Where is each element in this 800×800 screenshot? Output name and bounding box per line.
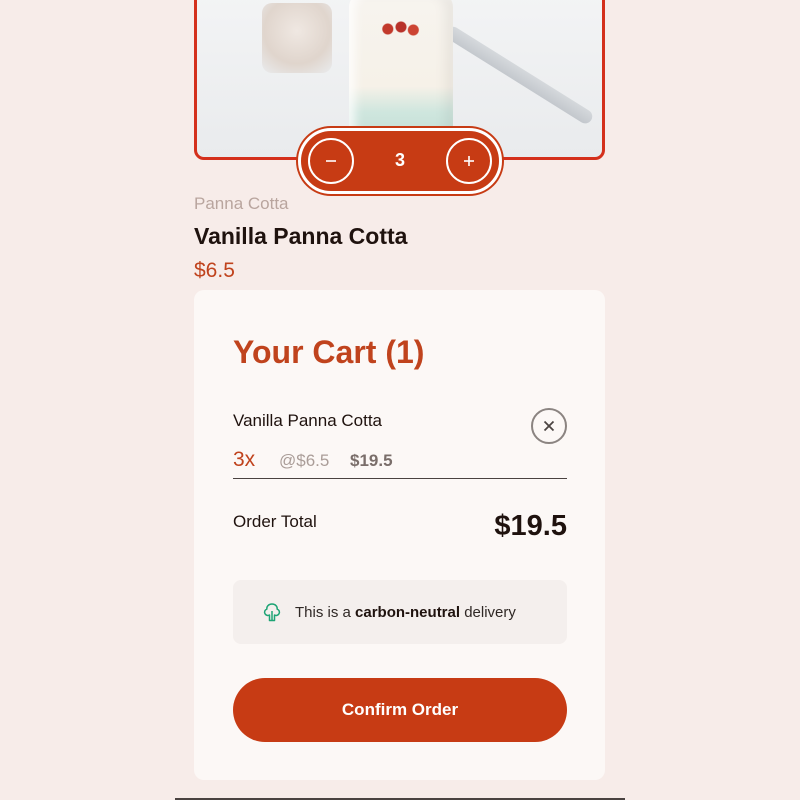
image-background-dessert: [262, 3, 332, 73]
cart-title: Your Cart (1): [233, 334, 425, 370]
product-price: $6.5: [194, 259, 235, 282]
carbon-neutral-notice: This is a carbon-neutral delivery: [233, 580, 567, 644]
carbon-notice-suffix: delivery: [460, 603, 516, 621]
cart-item-quantity: 3x: [233, 448, 256, 471]
page: 3 Panna Cotta Vanilla Panna Cotta $6.5 Y…: [0, 0, 800, 800]
cart-panel: Your Cart (1) Vanilla Panna Cotta 3x @$6…: [194, 290, 605, 780]
tree-icon: [263, 603, 281, 622]
cart-item-name: Vanilla Panna Cotta: [233, 411, 383, 430]
plus-icon: [464, 156, 474, 166]
cart-item-subtotal: $19.5: [350, 451, 393, 470]
carbon-notice-prefix: This is a: [295, 603, 356, 621]
increment-button[interactable]: [446, 138, 492, 184]
image-berries: [379, 19, 423, 39]
image-spoon: [443, 24, 595, 127]
order-total-value: $19.5: [494, 510, 567, 542]
carbon-notice-text: This is a carbon-neutral delivery: [295, 604, 516, 621]
close-circle-icon: [543, 420, 555, 432]
confirm-order-button[interactable]: Confirm Order: [233, 678, 567, 742]
divider: [233, 478, 567, 479]
cart-item-unit-price: @$6.5: [279, 451, 330, 470]
remove-item-button[interactable]: [531, 408, 567, 444]
product-category: Panna Cotta: [194, 194, 289, 213]
product-name: Vanilla Panna Cotta: [194, 223, 408, 249]
quantity-stepper[interactable]: 3: [298, 128, 502, 194]
carbon-notice-highlight: carbon-neutral: [355, 603, 461, 621]
order-total-label: Order Total: [233, 512, 317, 531]
